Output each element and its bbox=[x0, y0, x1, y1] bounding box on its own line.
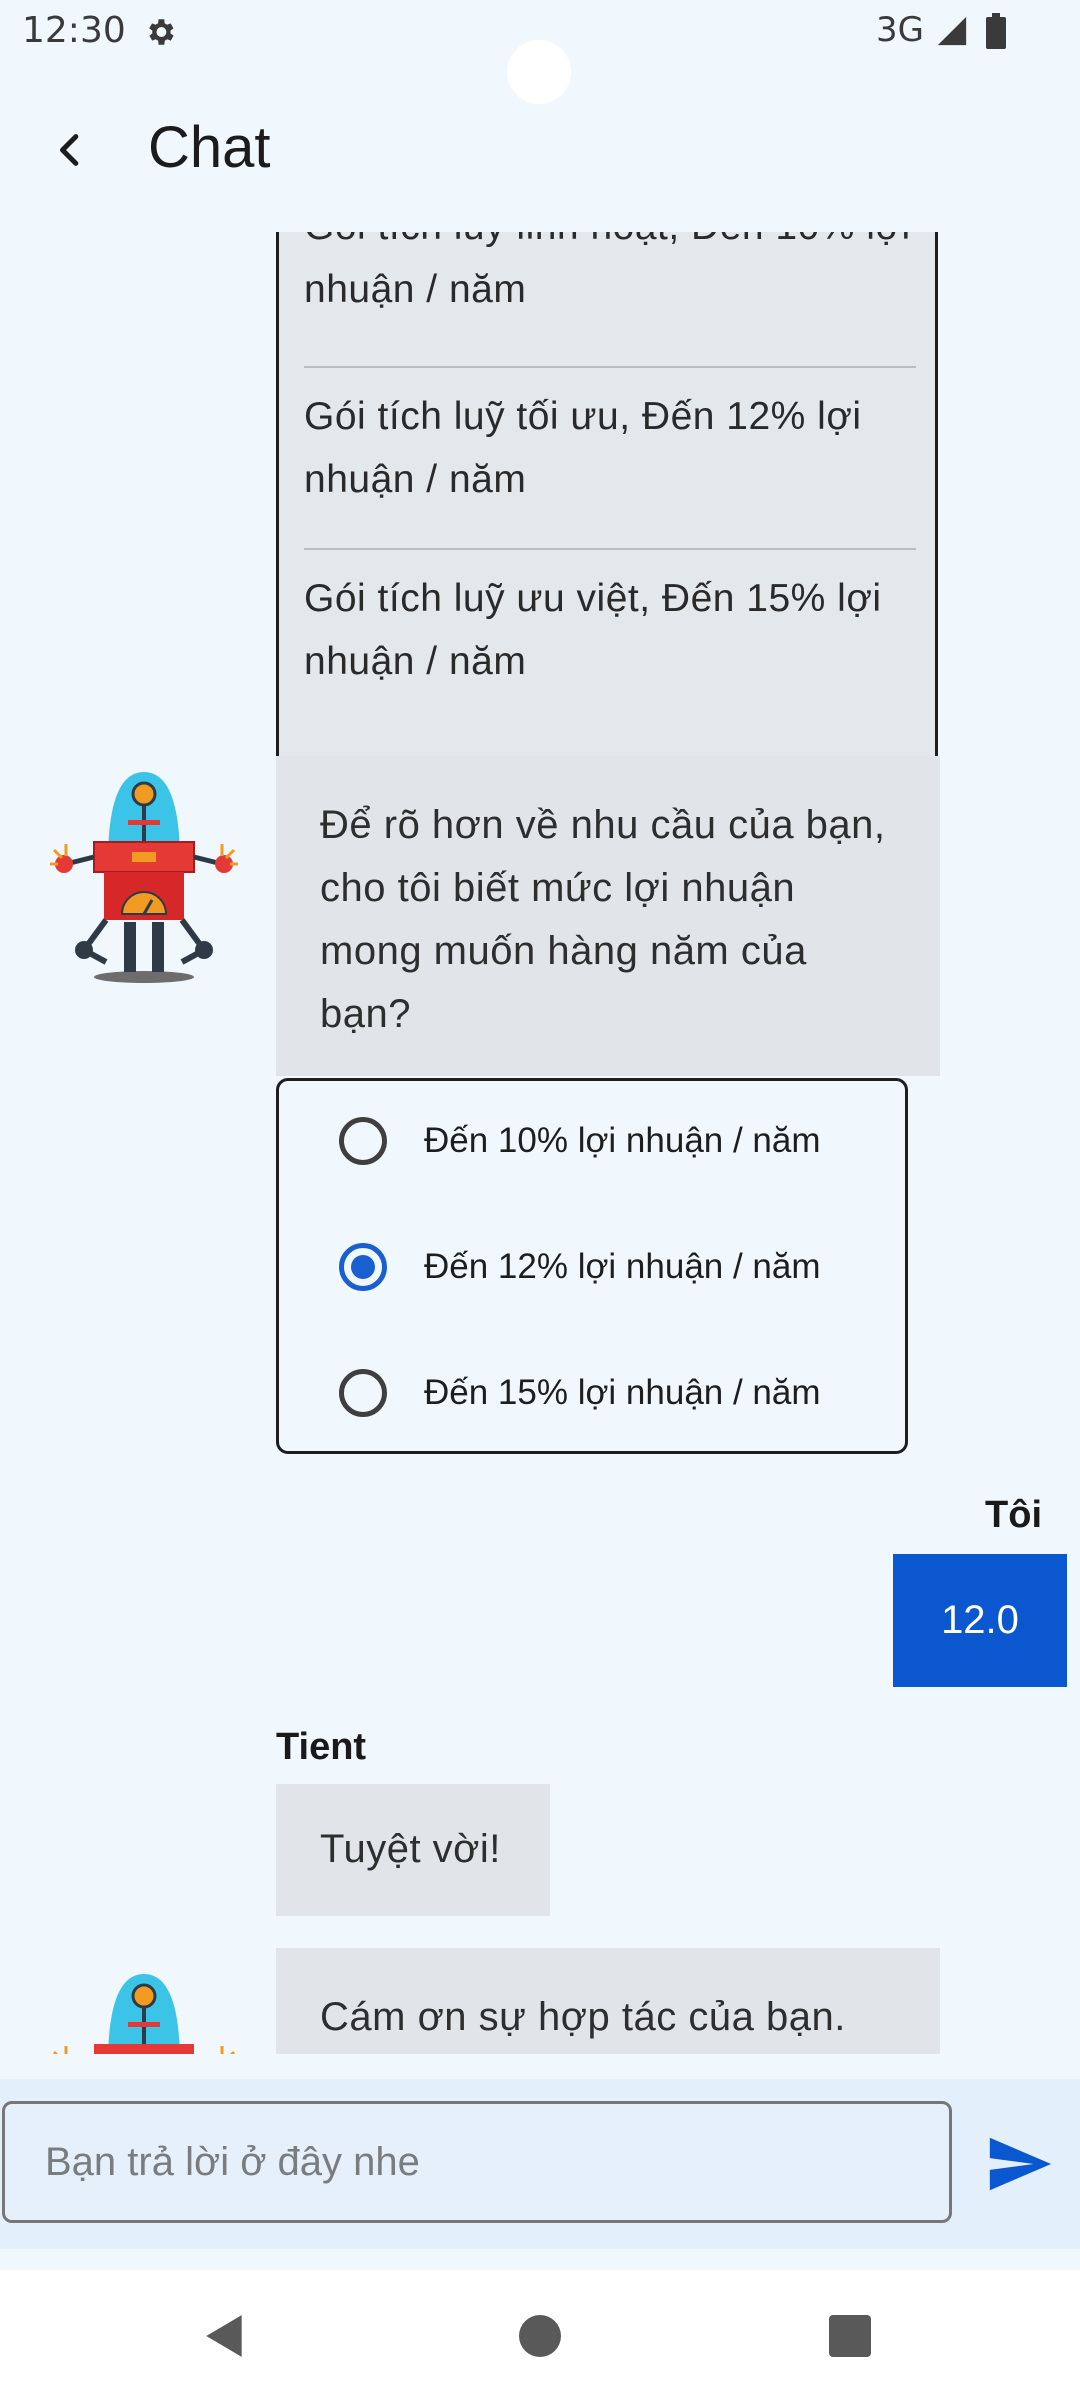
option-item[interactable]: Gói tích luỹ tối ưu, Đến 12% lợi nhuận /… bbox=[304, 385, 914, 511]
divider bbox=[304, 548, 916, 550]
status-bar: 12:30 3G bbox=[0, 0, 1080, 104]
sender-name-me: Tôi bbox=[985, 1494, 1042, 1536]
radio-option[interactable]: Đến 15% lợi nhuận / năm bbox=[339, 1353, 821, 1433]
system-nav-bar bbox=[0, 2270, 1080, 2400]
chat-list[interactable]: Gói tích luỹ linh hoạt, Đến 10% lợi nhuậ… bbox=[0, 232, 1080, 2054]
radio-label: Đến 12% lợi nhuận / năm bbox=[424, 1247, 821, 1286]
composer: Bạn trả lời ở đây nhe bbox=[0, 2079, 1080, 2249]
network-type: 3G bbox=[876, 10, 924, 50]
camera-cutout bbox=[507, 40, 571, 104]
radio-label: Đến 10% lợi nhuận / năm bbox=[424, 1121, 821, 1160]
robot-avatar bbox=[50, 772, 238, 983]
input-placeholder: Bạn trả lời ở đây nhe bbox=[45, 2139, 420, 2184]
status-time: 12:30 bbox=[22, 10, 126, 51]
radio-label: Đến 15% lợi nhuận / năm bbox=[424, 1373, 821, 1412]
radio-option[interactable]: Đến 10% lợi nhuận / năm bbox=[339, 1101, 821, 1181]
send-icon[interactable] bbox=[984, 2129, 1054, 2199]
chevron-left-icon bbox=[60, 134, 79, 166]
robot-avatar bbox=[52, 1974, 236, 2054]
bot-message-bubble: Cám ơn sự hợp tác của bạn. bbox=[276, 1948, 940, 2054]
divider bbox=[304, 366, 916, 368]
radio-unchecked-icon[interactable] bbox=[339, 1369, 387, 1417]
nav-back-icon[interactable] bbox=[200, 2310, 250, 2362]
option-item[interactable]: Gói tích luỹ linh hoạt, Đến 10% lợi nhuậ… bbox=[304, 232, 914, 321]
app-bar: Chat bbox=[0, 100, 1080, 196]
battery-icon bbox=[986, 13, 1006, 49]
sender-name-bot: Tient bbox=[276, 1726, 367, 1768]
radio-option[interactable]: Đến 12% lợi nhuận / năm bbox=[339, 1227, 821, 1307]
nav-recents-icon[interactable] bbox=[829, 2315, 871, 2357]
bot-message-bubble: Tuyệt vời! bbox=[276, 1784, 550, 1916]
radio-checked-icon[interactable] bbox=[339, 1243, 387, 1291]
nav-home-icon[interactable] bbox=[519, 2315, 561, 2357]
back-button[interactable] bbox=[40, 120, 100, 180]
bot-message-bubble: Để rõ hơn về nhu cầu của bạn, cho tôi bi… bbox=[276, 756, 940, 1076]
page-title: Chat bbox=[148, 115, 271, 180]
signal-icon bbox=[937, 16, 967, 46]
gear-icon bbox=[149, 19, 174, 45]
option-item[interactable]: Gói tích luỹ ưu việt, Đến 15% lợi nhuận … bbox=[304, 567, 914, 693]
user-message-bubble: 12.0 bbox=[893, 1554, 1067, 1687]
message-input[interactable]: Bạn trả lời ở đây nhe bbox=[2, 2101, 952, 2223]
radio-group: Đến 10% lợi nhuận / năm Đến 12% lợi nhuậ… bbox=[276, 1078, 908, 1454]
radio-unchecked-icon[interactable] bbox=[339, 1117, 387, 1165]
